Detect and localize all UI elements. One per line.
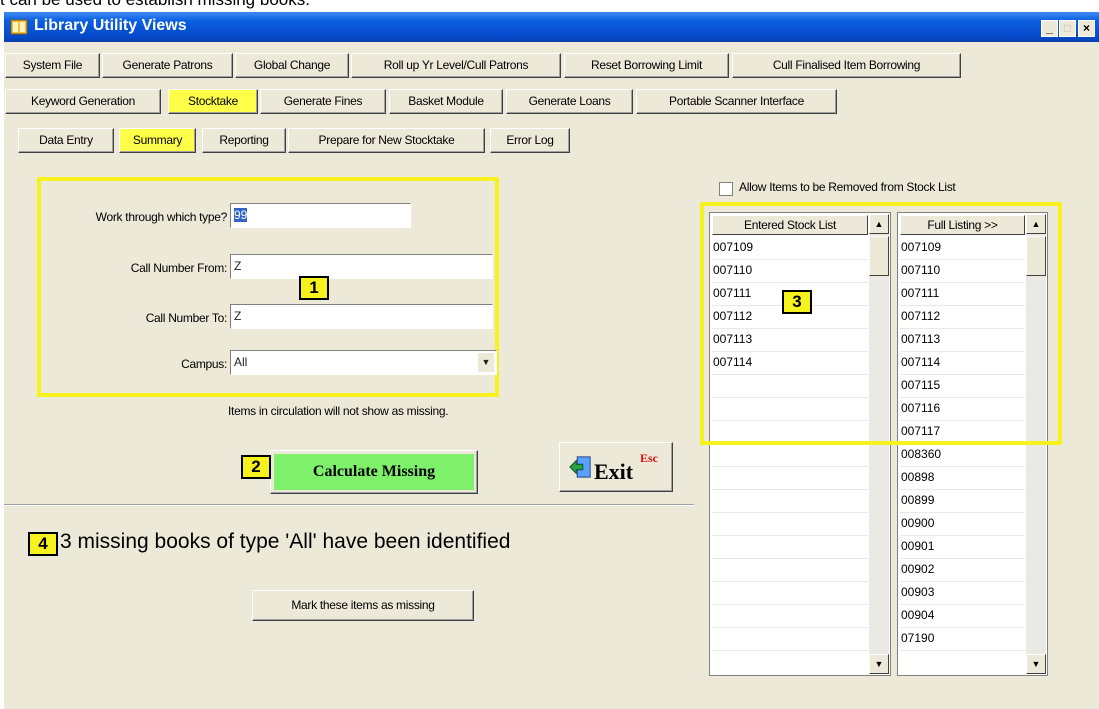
campus-value: All: [234, 355, 248, 369]
list-item: [712, 444, 868, 467]
calculate-missing-button[interactable]: Calculate Missing: [270, 450, 478, 494]
tab-reset-borrowing-limit[interactable]: Reset Borrowing Limit: [564, 53, 729, 78]
tab-basket-module[interactable]: Basket Module: [389, 89, 503, 114]
list-item: [712, 582, 868, 605]
subtab-summary[interactable]: Summary: [119, 128, 196, 153]
list-item: [712, 513, 868, 536]
campus-label: Campus:: [181, 357, 227, 371]
list-item[interactable]: 00898: [900, 467, 1025, 490]
calculate-missing-label: Calculate Missing: [274, 454, 474, 490]
lists-highlight: [700, 202, 1062, 445]
call-from-field[interactable]: Z: [230, 254, 493, 279]
tab-system-file[interactable]: System File: [5, 53, 100, 78]
badge-1: 1: [299, 276, 329, 300]
badge-2: 2: [241, 455, 271, 479]
call-to-field[interactable]: Z: [230, 304, 493, 329]
scroll-down-icon[interactable]: ▼: [1026, 654, 1046, 674]
type-value: 99: [234, 208, 248, 222]
tab-generate-fines[interactable]: Generate Fines: [260, 89, 386, 114]
list-item[interactable]: 00899: [900, 490, 1025, 513]
exit-door-icon: [569, 456, 591, 478]
scroll-down-icon[interactable]: ▼: [869, 654, 889, 674]
result-text: 3 missing books of type 'All' have been …: [60, 530, 511, 553]
divider: [4, 504, 694, 506]
esc-label: Esc: [640, 451, 658, 465]
list-item[interactable]: 008360: [900, 444, 1025, 467]
list-item: [712, 559, 868, 582]
list-item[interactable]: 00903: [900, 582, 1025, 605]
dropdown-arrow-icon[interactable]: ▼: [478, 353, 494, 372]
exit-button[interactable]: Exit Esc: [559, 442, 673, 492]
list-item: [712, 628, 868, 651]
subtab-reporting[interactable]: Reporting: [202, 128, 286, 153]
list-item[interactable]: 00902: [900, 559, 1025, 582]
window-title: Library Utility Views: [34, 17, 187, 34]
book-icon: [10, 19, 28, 35]
maximize-button[interactable]: □: [1059, 20, 1076, 37]
badge-3: 3: [782, 290, 812, 314]
list-item: [712, 536, 868, 559]
type-label: Work through which type?: [95, 210, 228, 224]
subtab-error-log[interactable]: Error Log: [490, 128, 570, 153]
campus-select[interactable]: All ▼: [230, 350, 497, 375]
caption-text: t can be used to establish missing books…: [0, 0, 310, 10]
list-item[interactable]: 00900: [900, 513, 1025, 536]
subtab-data-entry[interactable]: Data Entry: [18, 128, 114, 153]
minimize-button[interactable]: _: [1041, 20, 1058, 37]
allow-remove-label: Allow Items to be Removed from Stock Lis…: [739, 180, 956, 194]
circulation-note: Items in circulation will not show as mi…: [228, 404, 449, 418]
tab-global-change[interactable]: Global Change: [235, 53, 349, 78]
exit-label: Exit: [594, 459, 634, 484]
subtab-prepare-new-stocktake[interactable]: Prepare for New Stocktake: [288, 128, 485, 153]
badge-4: 4: [28, 532, 58, 556]
tab-generate-patrons[interactable]: Generate Patrons: [102, 53, 233, 78]
app-window: Library Utility Views _ □ × System File …: [4, 12, 1099, 709]
call-from-label: Call Number From:: [130, 261, 228, 275]
tab-generate-loans[interactable]: Generate Loans: [506, 89, 633, 114]
call-to-label: Call Number To:: [145, 311, 228, 325]
allow-remove-checkbox[interactable]: [719, 182, 733, 196]
tab-stocktake[interactable]: Stocktake: [168, 89, 258, 114]
list-item: [712, 605, 868, 628]
close-button[interactable]: ×: [1078, 20, 1095, 37]
list-item[interactable]: 00904: [900, 605, 1025, 628]
tab-cull-finalised-item-borrowing[interactable]: Cull Finalised Item Borrowing: [732, 53, 961, 78]
list-item[interactable]: 00901: [900, 536, 1025, 559]
tab-keyword-generation[interactable]: Keyword Generation: [5, 89, 161, 114]
tab-portable-scanner-interface[interactable]: Portable Scanner Interface: [636, 89, 837, 114]
list-item[interactable]: 07190: [900, 628, 1025, 651]
type-field[interactable]: 99: [230, 203, 411, 228]
list-item: [712, 490, 868, 513]
title-bar: Library Utility Views _ □ ×: [4, 12, 1099, 42]
tab-roll-up-yr-level[interactable]: Roll up Yr Level/Cull Patrons: [351, 53, 561, 78]
list-item: [712, 467, 868, 490]
mark-missing-button[interactable]: Mark these items as missing: [252, 590, 474, 621]
